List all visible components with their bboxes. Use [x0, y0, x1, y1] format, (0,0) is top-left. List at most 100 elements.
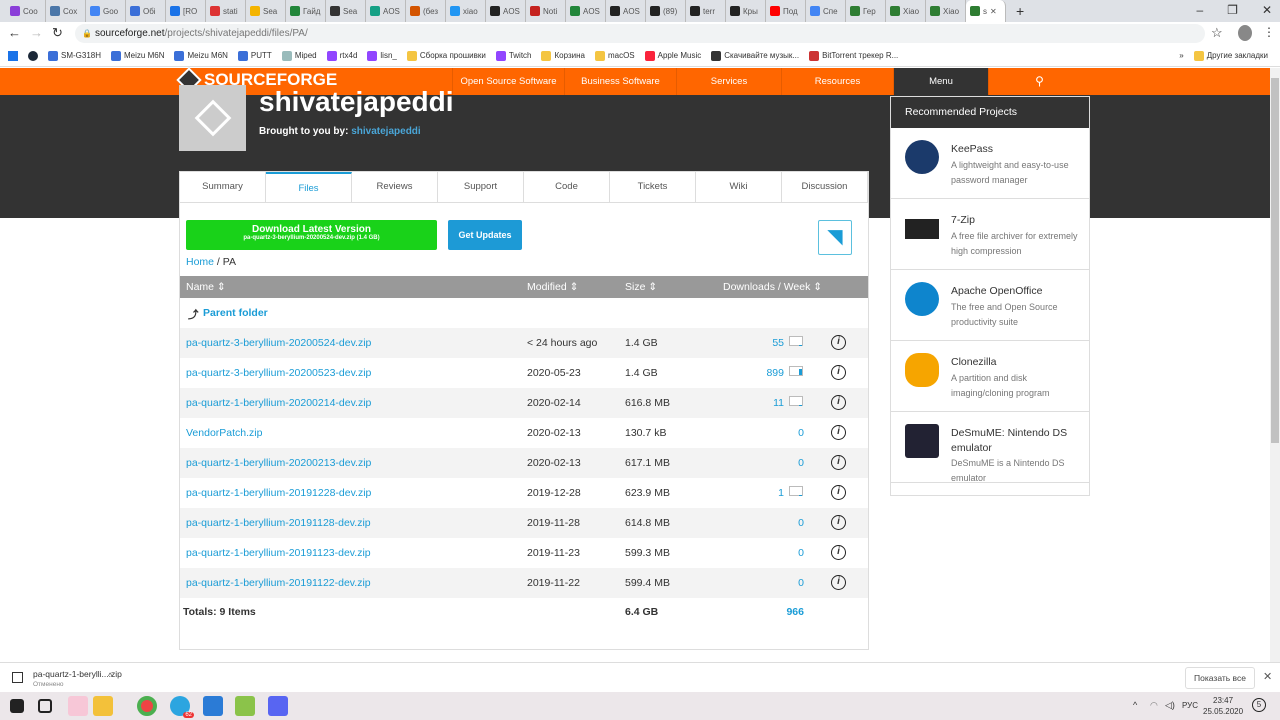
browser-tab[interactable]: [RO [166, 0, 206, 22]
browser-tab[interactable]: s ✕ [966, 0, 1006, 22]
bookmark-item[interactable]: BitTorrent трекер R... [809, 50, 898, 61]
bookmark-item[interactable]: Meizu M6N [111, 50, 164, 61]
bookmark-item[interactable]: Корзина [541, 50, 585, 61]
windows-start-icon[interactable] [10, 699, 24, 713]
get-updates-button[interactable]: Get Updates [448, 220, 522, 250]
file-downloads[interactable]: 11 [773, 397, 784, 409]
browser-tab[interactable]: Sea [326, 0, 366, 22]
clock-time[interactable]: 23:47 [1213, 696, 1233, 705]
browser-tab[interactable]: Под [766, 0, 806, 22]
menu-kebab-icon[interactable]: ⋮ [1263, 25, 1275, 39]
other-bookmarks[interactable]: Другие закладки [1193, 50, 1268, 61]
browser-tab[interactable]: stati [206, 0, 246, 22]
wifi-icon[interactable]: ◠ [1150, 700, 1158, 711]
reload-icon[interactable]: ↻ [52, 25, 63, 41]
info-icon[interactable]: i [831, 455, 846, 470]
clock-date[interactable]: 25.05.2020 [1203, 707, 1243, 716]
author-link[interactable]: shivatejapeddi [351, 126, 420, 137]
nav-open-source-software[interactable]: Open Source Software [452, 68, 564, 95]
browser-tab[interactable]: Cox [46, 0, 86, 22]
info-icon[interactable]: i [831, 335, 846, 350]
info-icon[interactable]: i [831, 425, 846, 440]
browser-tab[interactable]: (89) [646, 0, 686, 22]
info-icon[interactable]: i [831, 485, 846, 500]
browser-tab[interactable]: AOS [486, 0, 526, 22]
star-icon[interactable]: ☆ [1211, 25, 1223, 41]
show-all-button[interactable]: Показать все [1185, 667, 1255, 689]
tab-files[interactable]: Files [266, 172, 352, 202]
nav-menu[interactable]: Menu [893, 68, 988, 95]
bookmark-item[interactable]: Twitch [495, 50, 531, 61]
file-link[interactable]: pa-quartz-1-beryllium-20200214-dev.zip [186, 397, 371, 409]
browser-tab[interactable]: Xiao [926, 0, 966, 22]
new-tab-icon[interactable]: + [1016, 3, 1024, 19]
file-downloads[interactable]: 0 [798, 427, 804, 439]
browser-tab[interactable]: Кры [726, 0, 766, 22]
steam-icon[interactable] [28, 50, 38, 61]
recommended-item[interactable]: 7-Zip A free file archiver for extremely … [891, 199, 1089, 270]
tab-tickets[interactable]: Tickets [610, 172, 696, 202]
bookmark-item[interactable]: Скачивайте музык... [711, 50, 799, 61]
info-icon[interactable]: i [831, 515, 846, 530]
discord-icon[interactable] [268, 696, 288, 716]
header-modified[interactable]: Modified ⇕ [527, 281, 578, 293]
file-downloads[interactable]: 0 [798, 547, 804, 559]
recommended-name[interactable]: Apache OpenOffice [951, 284, 1081, 299]
file-link[interactable]: pa-quartz-1-beryllium-20191128-dev.zip [186, 517, 371, 529]
nav-resources[interactable]: Resources [781, 68, 893, 95]
bookmark-icon[interactable] [8, 50, 18, 61]
file-downloads[interactable]: 0 [798, 577, 804, 589]
tab-wiki[interactable]: Wiki [696, 172, 782, 202]
volume-icon[interactable]: ◁) [1165, 700, 1175, 711]
bookmark-item[interactable]: PUTT [237, 50, 272, 61]
browser-tab[interactable]: Sea [246, 0, 286, 22]
file-link[interactable]: VendorPatch.zip [186, 427, 262, 439]
vscode-icon[interactable] [203, 696, 223, 716]
browser-tab[interactable]: AOS [366, 0, 406, 22]
chevron-up-icon[interactable]: ^ [108, 671, 112, 681]
browser-tab[interactable]: Goo [86, 0, 126, 22]
recommended-item[interactable]: Apache OpenOffice The free and Open Sourc… [891, 270, 1089, 341]
browser-tab[interactable]: Обі [126, 0, 166, 22]
close-shelf-icon[interactable]: ✕ [1263, 670, 1272, 683]
notepad-icon[interactable] [235, 696, 255, 716]
nav-business-software[interactable]: Business Software [564, 68, 676, 95]
header-size[interactable]: Size ⇕ [625, 281, 657, 293]
file-link[interactable]: pa-quartz-3-beryllium-20200524-dev.zip [186, 337, 371, 349]
bookmark-item[interactable]: Miped [281, 50, 317, 61]
file-link[interactable]: pa-quartz-1-beryllium-20200213-dev.zip [186, 457, 371, 469]
browser-tab[interactable]: terr [686, 0, 726, 22]
tab-discussion[interactable]: Discussion [782, 172, 868, 202]
info-icon[interactable]: i [831, 395, 846, 410]
browser-tab[interactable]: AOS [606, 0, 646, 22]
recommended-name[interactable]: KeePass [951, 142, 1081, 157]
browser-tab[interactable]: xiao [446, 0, 486, 22]
browser-tab[interactable]: Гайд [286, 0, 326, 22]
recommended-item[interactable]: DeSmuME: Nintendo DS emulator DeSmuME is … [891, 412, 1089, 483]
file-downloads[interactable]: 55 [772, 337, 784, 349]
snipping-tool-icon[interactable] [68, 696, 88, 716]
file-link[interactable]: pa-quartz-1-beryllium-20191228-dev.zip [186, 487, 371, 499]
back-icon[interactable]: ← [8, 25, 21, 40]
recommended-name[interactable]: 7-Zip [951, 213, 1081, 228]
maximize-icon[interactable]: ❐ [1227, 3, 1238, 17]
nav-services[interactable]: Services [676, 68, 781, 95]
bookmark-item[interactable]: Apple Music [644, 50, 701, 61]
close-tab-icon[interactable]: ✕ [990, 7, 997, 16]
recommended-item[interactable]: Clonezilla A partition and disk imaging/c… [891, 341, 1089, 412]
bookmark-item[interactable]: SM-G318H [48, 50, 101, 61]
header-name[interactable]: Name ⇕ [186, 281, 226, 293]
notifications-icon[interactable]: 5 [1252, 698, 1266, 712]
language-indicator[interactable]: РУС [1182, 701, 1198, 710]
file-explorer-icon[interactable] [93, 696, 113, 716]
url-input[interactable]: 🔒 sourceforge.net/projects/shivatejapeddi… [75, 24, 1205, 43]
close-window-icon[interactable]: ✕ [1262, 3, 1272, 17]
file-downloads[interactable]: 0 [798, 457, 804, 469]
minimize-icon[interactable]: – [1196, 3, 1203, 17]
file-downloads[interactable]: 1 [778, 487, 784, 499]
info-icon[interactable]: i [831, 365, 846, 380]
browser-tab[interactable]: (без [406, 0, 446, 22]
tab-summary[interactable]: Summary [180, 172, 266, 202]
header-downloads[interactable]: Downloads / Week ⇕ [723, 281, 822, 293]
browser-tab[interactable]: Xiao [886, 0, 926, 22]
